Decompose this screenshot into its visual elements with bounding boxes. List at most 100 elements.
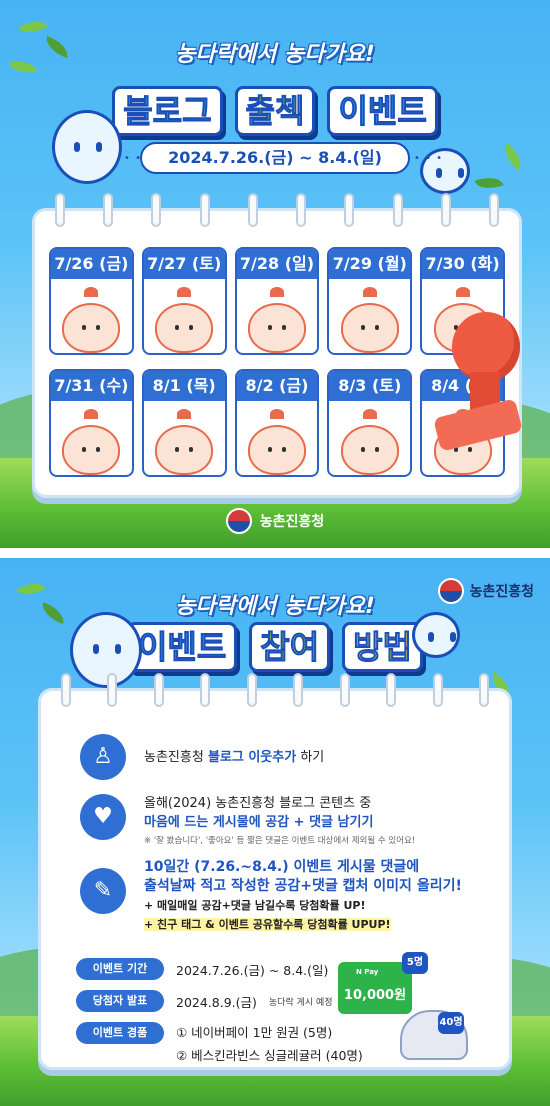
binder-ring [293,673,304,707]
binder-ring [478,673,489,707]
leaf-decoration [474,171,504,195]
prize-item: ② 베스킨라빈스 싱글레귤러 (40명) [176,1048,363,1063]
heart-icon: ♥ [80,794,126,840]
pay-label: N Pay [356,968,379,976]
pencil-icon: ✎ [80,868,126,914]
sprout-icon [177,409,192,419]
stamp-icon [430,312,526,462]
day-label: 7/26 (금) [51,249,132,279]
binder-rings [61,673,489,707]
step-2: ♥ 올해(2024) 농촌진흥청 블로그 콘텐츠 중 마음에 드는 게시물에 공… [40,794,415,851]
step-line: 올해(2024) 농촌진흥청 블로그 콘텐츠 중 [144,796,372,811]
step-text-part: 농촌진흥청 [144,750,208,765]
info-subtext: 농다락 게시 예정 [268,997,333,1008]
headline: 농다락에서 농다가요! [175,42,375,67]
taegeuk-emblem-icon [225,508,252,534]
calendar-day: 7/29 (월) [327,247,413,355]
info-label: 당첨자 발표 [76,990,164,1012]
sprout-icon [84,287,99,297]
binder-ring [151,193,162,227]
calendar-day: 7/27 (토) [141,247,227,355]
day-label: 7/31 (수) [51,371,132,401]
step-3-text: 10일간 (7.26.~8.4.) 이벤트 게시물 댓글에 출석날짜 적고 작성… [144,858,462,934]
step-note: ※ '잘 봤습니다', '좋아요' 등 짧은 댓글은 이벤트 대상에서 제외될 … [144,836,416,846]
prize-item: ① 네이버페이 1만 원권 (5명) [176,1025,333,1040]
step-highlight: 마음에 드는 게시물에 공감 + 댓글 남기기 [144,815,374,830]
calendar-day: 8/1 (목) [141,369,227,477]
sprout-icon [362,287,377,297]
winner-count-badge: 40명 [438,1012,464,1034]
step-2-text: 올해(2024) 농촌진흥청 블로그 콘텐츠 중 마음에 드는 게시물에 공감 … [144,794,415,851]
step-1-text: 농촌진흥청 블로그 이웃추가 하기 [144,734,324,767]
day-label: 8/2 (금) [236,371,318,401]
title-word: 참여 [249,622,331,672]
binder-ring [247,193,258,227]
sprout-icon [84,409,99,419]
calendar-day: 7/31 (수) [49,369,134,477]
binder-ring [432,673,443,707]
dots-decoration: • • • [414,153,444,164]
add-user-icon: ♙ [80,734,126,780]
event-period: 2024.7.26.(금) ~ 8.4.(일) [140,142,410,174]
character-face-icon [155,303,214,353]
binder-ring [488,193,499,227]
binder-ring [61,673,71,707]
title-word: 이벤트 [126,622,238,672]
binder-ring [246,673,257,707]
character-face-icon [62,303,121,353]
step-1: ♙ 농촌진흥청 블로그 이웃추가 하기 [40,734,324,780]
character-face-icon [340,303,399,353]
info-value: 2024.8.9.(금) [176,994,257,1010]
day-label: 8/3 (토) [329,371,411,401]
info-value: 2024.7.26.(금) ~ 8.4.(일) [176,962,329,978]
step-text-part: 하기 [296,750,325,765]
step-line: + 친구 태그 & 이벤트 공유할수록 당첨확률 UPUP! [144,918,391,931]
calendar-day: 8/2 (금) [234,369,320,477]
day-label: 8/1 (목) [143,371,225,401]
binder-ring [200,673,211,707]
character-face-icon [155,425,214,475]
character-face-icon [247,425,306,475]
sprout-icon [362,409,377,419]
binder-ring [386,673,397,707]
day-label: 7/29 (월) [329,249,411,279]
leaf-decoration [498,143,528,171]
binder-ring [344,193,355,227]
step-line: + 매일매일 공감+댓글 남길수록 당첨확률 UP! [144,899,366,912]
binder-ring [392,193,403,227]
binder-ring [199,193,210,227]
stamp-base [433,398,523,452]
calendar-day: 7/28 (일) [234,247,320,355]
prize-list: ① 네이버페이 1만 원권 (5명) ② 베스킨라빈스 싱글레귤러 (40명) [176,1022,363,1064]
naver-pay-card: N Pay 10,000원 [338,962,412,1014]
sprout-icon [269,409,284,419]
winner-count-badge: 5명 [402,952,428,974]
binder-ring [296,193,307,227]
day-label: 7/28 (일) [236,249,318,279]
binder-ring [55,193,65,227]
mascot-character [52,110,122,184]
info-row-winner: 당첨자 발표 2024.8.9.(금) 농다락 게시 예정 [76,990,333,1012]
headline: 농다락에서 농다가요! [175,594,375,619]
title-word: 출첵 [234,86,316,136]
info-row-prize: 이벤트 경품 ① 네이버페이 1만 원권 (5명) ② 베스킨라빈스 싱글레귤러… [76,1022,363,1064]
step-3: ✎ 10일간 (7.26.~8.4.) 이벤트 게시물 댓글에 출석날짜 적고 … [40,858,462,934]
agency-logo: 농촌진흥청 [0,508,550,534]
calendar-day: 7/26 (금) [49,247,134,355]
title-word: 방법 [342,622,424,672]
step-line: 출석날짜 적고 작성한 공감+댓글 캡처 이미지 올리기! [144,878,462,894]
binder-ring [153,673,164,707]
binder-rings [55,193,499,227]
info-label: 이벤트 경품 [76,1022,164,1044]
day-label: 7/30 (화) [422,249,503,279]
step-highlight: 블로그 이웃추가 [207,750,297,765]
agency-name: 농촌진흥청 [259,514,325,530]
step-line: 10일간 (7.26.~8.4.) 이벤트 게시물 댓글에 [144,859,420,875]
binder-ring [440,193,451,227]
binder-ring [339,673,350,707]
title-word: 블로그 [112,86,223,136]
title-word: 이벤트 [327,86,438,136]
character-face-icon [62,425,121,475]
pay-amount: 10,000원 [343,988,407,1003]
sprout-icon [455,287,470,297]
